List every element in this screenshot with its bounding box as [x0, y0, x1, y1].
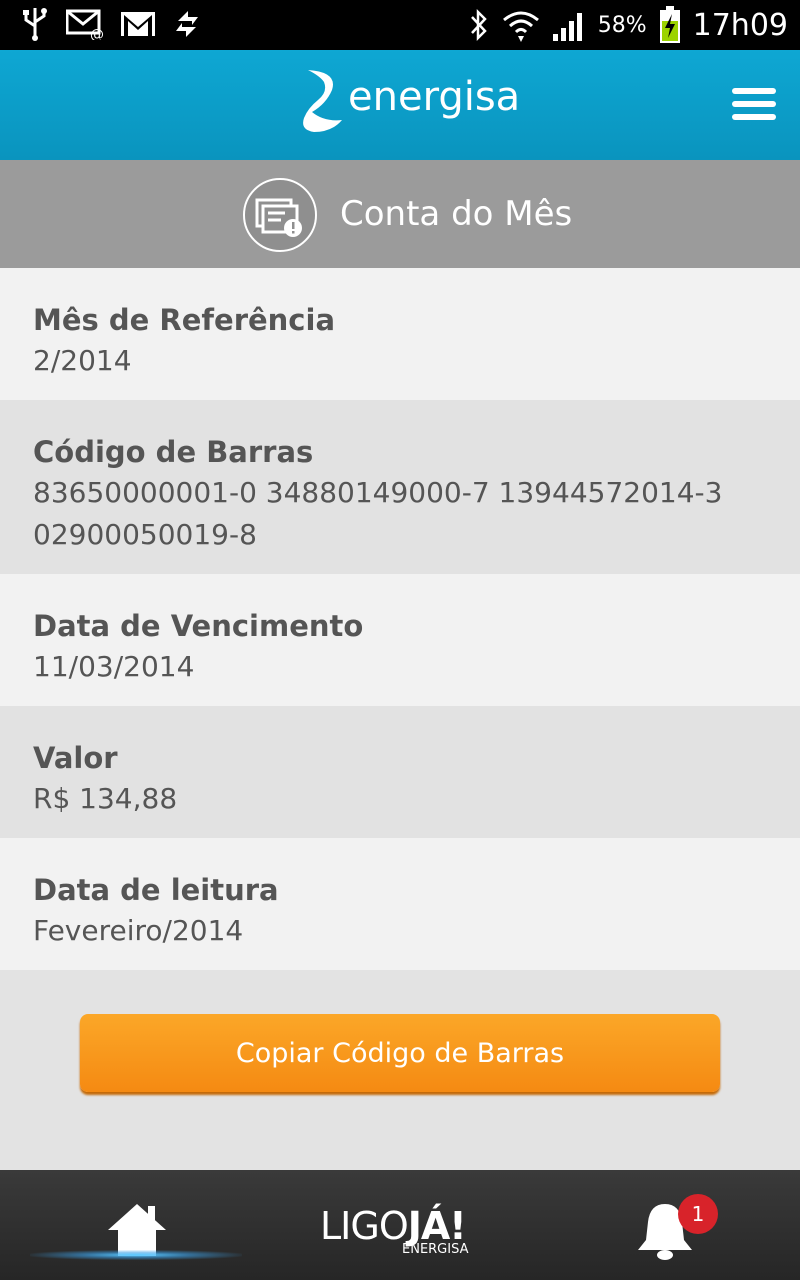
- battery-percent: 58%: [597, 12, 647, 38]
- reading-date-label: Data de leitura: [33, 873, 279, 907]
- row-reading-date: Data de leitura Fevereiro/2014: [0, 838, 800, 970]
- usb-icon: [23, 8, 47, 41]
- notifications-button[interactable]: 1: [634, 1194, 724, 1266]
- svg-text:@: @: [90, 27, 104, 40]
- section-title: Conta do Mês: [340, 194, 573, 234]
- status-bar: @ 58% 17h09: [0, 0, 800, 50]
- barcode-value-line2: 02900050019-8: [33, 518, 257, 551]
- notification-badge: 1: [678, 1194, 718, 1234]
- row-reference-month: Mês de Referência 2/2014: [0, 268, 800, 400]
- home-button[interactable]: [30, 1170, 242, 1280]
- gmail-icon: [121, 12, 155, 36]
- row-due-date: Data de Vencimento 11/03/2014: [0, 574, 800, 706]
- sync-icon: [176, 11, 198, 37]
- barcode-value-line1: 83650000001-0 34880149000-7 13944572014-…: [33, 476, 723, 509]
- clock: 17h09: [692, 7, 788, 43]
- ligo-text: LIGO: [320, 1204, 409, 1248]
- due-date-label: Data de Vencimento: [33, 609, 364, 643]
- reference-month-label: Mês de Referência: [33, 303, 336, 337]
- menu-button[interactable]: [732, 88, 776, 122]
- row-barcode: Código de Barras 83650000001-0 348801490…: [0, 400, 800, 574]
- hamburger-menu-icon: [732, 88, 776, 94]
- reading-date-value: Fevereiro/2014: [33, 914, 244, 947]
- due-date-value: 11/03/2014: [33, 650, 195, 683]
- section-header: Conta do Mês: [0, 160, 800, 268]
- energisa-swoosh-icon: [303, 70, 342, 132]
- barcode-label: Código de Barras: [33, 435, 314, 469]
- email-icon: @: [66, 9, 104, 40]
- amount-label: Valor: [33, 741, 118, 775]
- app-header: energisa: [0, 50, 800, 160]
- ligo-energisa-text: ENERGISA: [402, 1242, 469, 1257]
- copy-barcode-button[interactable]: Copiar Código de Barras: [80, 1014, 720, 1092]
- signal-icon: [552, 13, 582, 41]
- ligo-ja-button[interactable]: LIGOJÁ! ENERGISA: [320, 1204, 480, 1264]
- home-active-indicator: [30, 1250, 242, 1260]
- reference-month-value: 2/2014: [33, 344, 132, 377]
- battery-charging-icon: [659, 6, 680, 43]
- bluetooth-icon: [470, 8, 487, 42]
- bill-icon: [243, 178, 317, 252]
- wifi-icon: [502, 11, 539, 42]
- energisa-logo: energisa: [302, 68, 520, 134]
- amount-value: R$ 134,88: [33, 782, 178, 815]
- bottom-nav: LIGOJÁ! ENERGISA 1: [0, 1170, 800, 1280]
- logo-text: energisa: [348, 74, 521, 120]
- row-amount: Valor R$ 134,88: [0, 706, 800, 838]
